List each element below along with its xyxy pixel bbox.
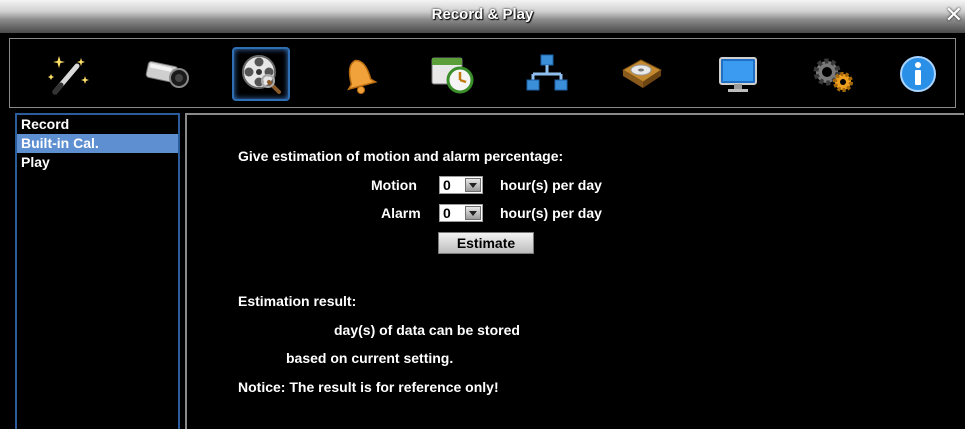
- alarm-bell-icon: [347, 59, 378, 94]
- result-heading: Estimation result:: [238, 293, 357, 309]
- camera-icon: [145, 61, 189, 88]
- record-play-button[interactable]: [232, 47, 290, 101]
- schedule-clock-icon: [431, 57, 474, 94]
- monitor-icon: [719, 57, 757, 92]
- result-days-text: day(s) of data can be stored: [334, 322, 520, 338]
- sidebar-item-built-in-cal[interactable]: Built-in Cal.: [17, 134, 178, 153]
- alarm-hours-value: 0: [443, 205, 451, 221]
- schedule-button[interactable]: [423, 47, 481, 101]
- alarm-hours-select[interactable]: 0: [439, 204, 483, 222]
- sidebar: Record Built-in Cal. Play: [15, 113, 180, 429]
- estimation-heading: Give estimation of motion and alarm perc…: [238, 148, 564, 164]
- chevron-down-icon: [465, 206, 481, 220]
- settings-gears-icon: [813, 58, 853, 92]
- wizard-button[interactable]: [40, 47, 98, 101]
- title-bar: Record & Play ✕: [0, 0, 965, 34]
- film-reel-icon: [242, 55, 281, 94]
- alarm-label: Alarm: [381, 205, 421, 221]
- notice-text: Notice: The result is for reference only…: [238, 379, 499, 395]
- motion-hours-select[interactable]: 0: [439, 176, 483, 194]
- window-title: Record & Play: [431, 6, 534, 23]
- result-basis-text: based on current setting.: [286, 350, 454, 366]
- chevron-down-icon: [465, 178, 481, 192]
- magic-wand-icon: [48, 56, 89, 95]
- network-button[interactable]: [518, 47, 576, 101]
- hard-disk-icon: [622, 59, 662, 88]
- network-icon: [526, 54, 568, 91]
- estimate-button[interactable]: Estimate: [438, 232, 534, 254]
- system-settings-button[interactable]: [804, 47, 862, 101]
- sidebar-item-play[interactable]: Play: [17, 153, 178, 172]
- motion-hours-value: 0: [443, 177, 451, 193]
- storage-button[interactable]: [613, 47, 671, 101]
- alarm-button[interactable]: [328, 47, 386, 101]
- info-icon: [900, 56, 936, 92]
- sidebar-item-record[interactable]: Record: [17, 115, 178, 134]
- close-icon[interactable]: ✕: [945, 4, 963, 26]
- display-button[interactable]: [709, 47, 767, 101]
- motion-label: Motion: [371, 177, 417, 193]
- main-toolbar: [9, 38, 956, 108]
- content-panel: Give estimation of motion and alarm perc…: [185, 113, 964, 429]
- camera-button[interactable]: [137, 47, 195, 101]
- motion-unit: hour(s) per day: [500, 177, 602, 193]
- information-button[interactable]: [889, 47, 947, 101]
- alarm-unit: hour(s) per day: [500, 205, 602, 221]
